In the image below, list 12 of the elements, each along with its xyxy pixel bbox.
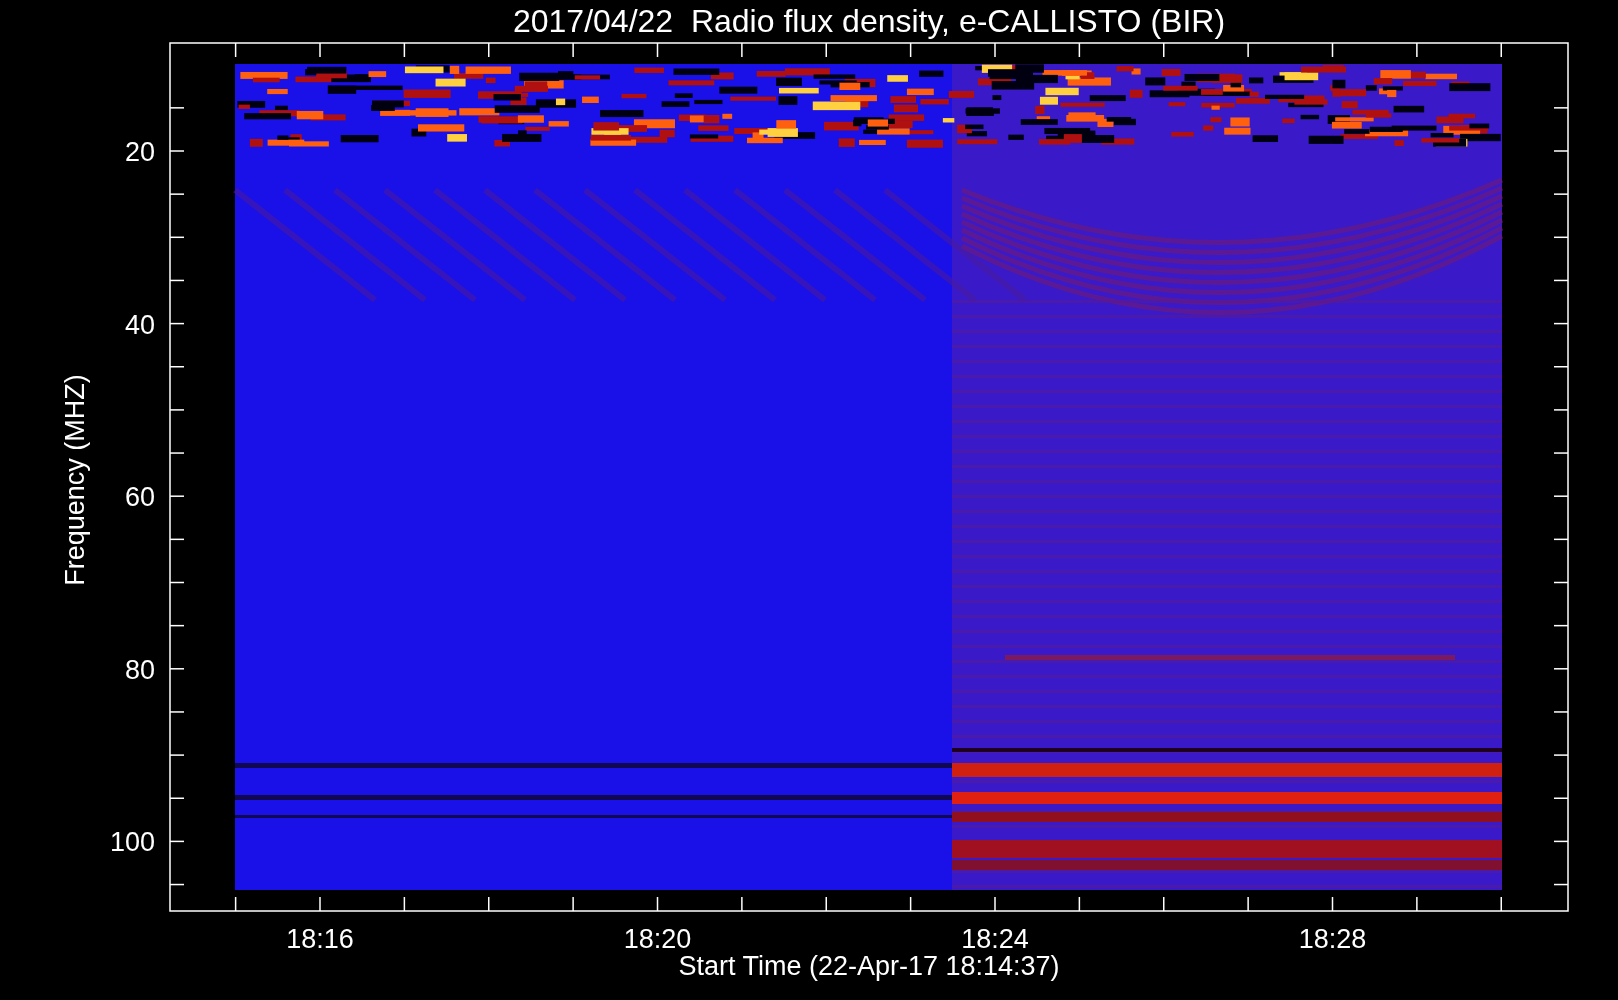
chart-title: 2017/04/22 Radio flux density, e-CALLISTO (BIR) — [512, 3, 1226, 39]
tick-label: 80 — [124, 654, 155, 685]
tick-label: 18:28 — [1298, 924, 1367, 954]
tick-label: 40 — [124, 309, 155, 340]
tick-label: 100 — [109, 827, 155, 858]
tick-label: 60 — [124, 482, 155, 513]
x-axis-label: Start Time (22-Apr-17 18:14:37) — [678, 951, 1060, 981]
y-axis-label: Frequency (MHZ) — [60, 374, 90, 586]
tick-label: 20 — [124, 137, 155, 167]
tick-label: 18:16 — [286, 924, 354, 954]
tick-label: 18:24 — [961, 924, 1029, 954]
tick-label: 18:20 — [623, 924, 692, 954]
